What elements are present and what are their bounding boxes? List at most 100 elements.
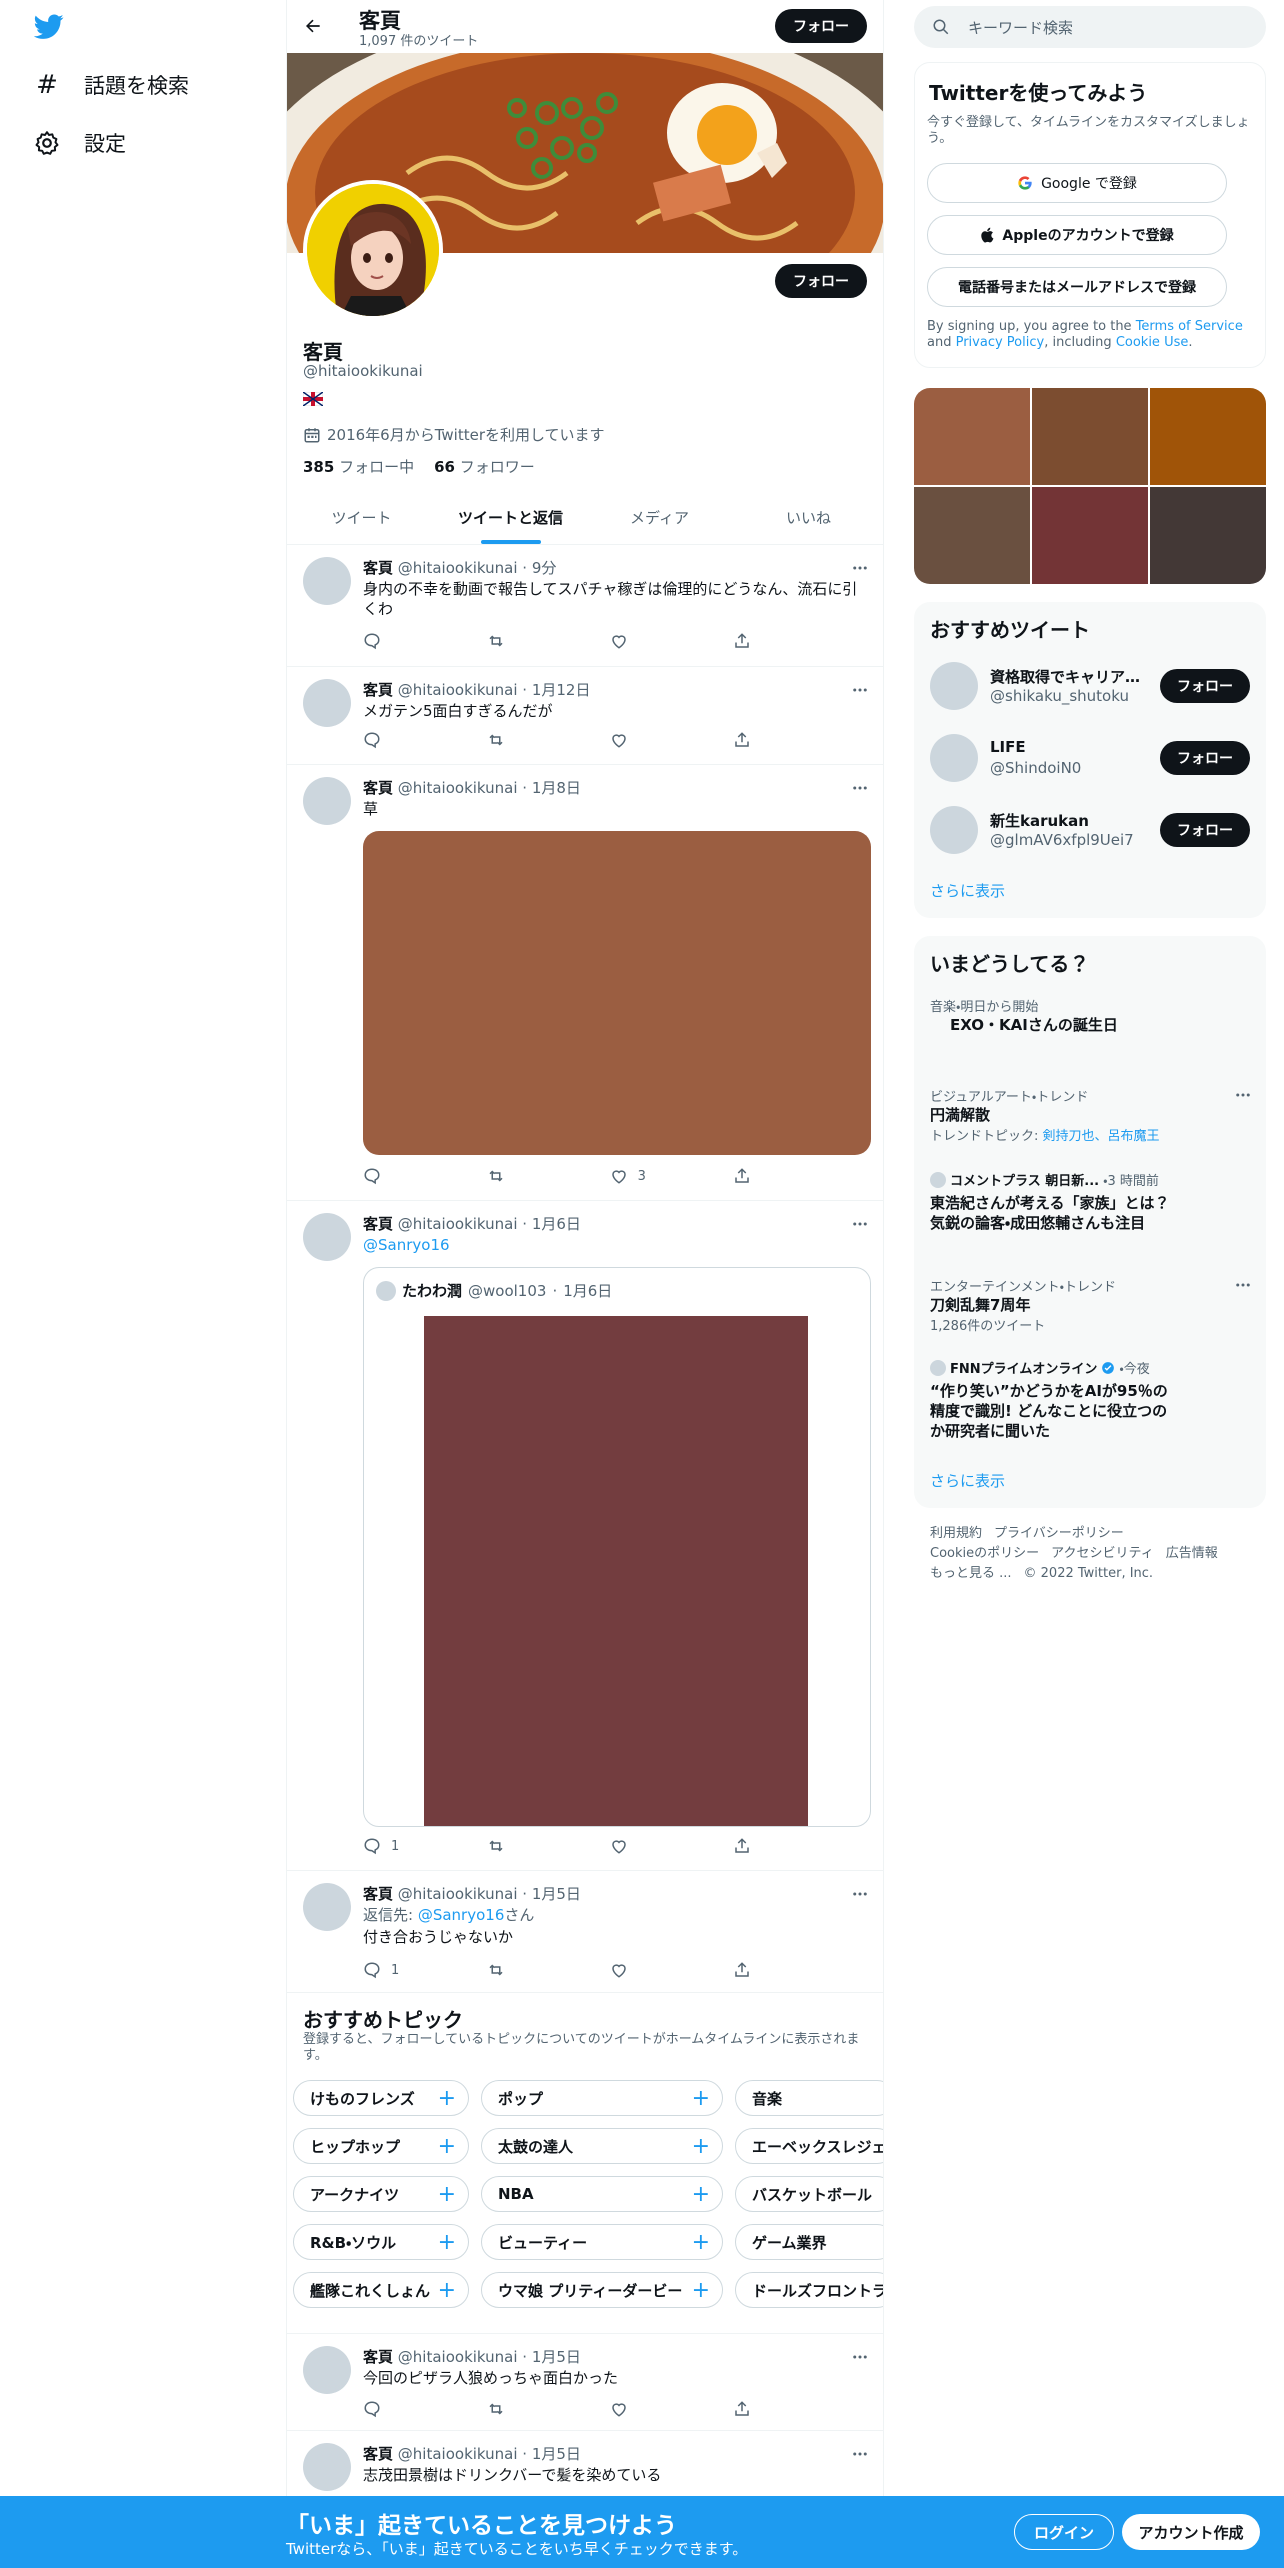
google-signup-button[interactable]: Google で登録: [927, 163, 1227, 203]
tweet-time[interactable]: 1月6日: [532, 1215, 581, 1233]
tweet[interactable]: 客頁 @hitaiookikunai · 1月8日 草 3: [287, 765, 883, 1201]
like-button[interactable]: [610, 731, 670, 749]
quoted-image[interactable]: [424, 1316, 808, 1826]
suggestion-name[interactable]: 資格取得でキャリアアップ: [990, 666, 1150, 687]
share-button[interactable]: [733, 731, 793, 749]
more-icon[interactable]: [851, 559, 869, 577]
tab-likes[interactable]: いいね: [734, 492, 883, 544]
topic-chip[interactable]: ウマ娘 プリティーダービー +: [481, 2272, 723, 2308]
tweet-author-name[interactable]: 客頁: [363, 1215, 393, 1233]
trend-item[interactable]: ビジュアルアート・トレンド 円満解散 トレンドトピック: 剣持刀也、呂布魔王: [930, 1086, 1252, 1144]
like-button[interactable]: [610, 1961, 670, 1979]
media-thumbnail[interactable]: [914, 388, 1030, 485]
like-button[interactable]: [610, 2400, 670, 2418]
tweet-time[interactable]: 9分: [532, 559, 557, 577]
topic-chip[interactable]: ビューティー +: [481, 2224, 723, 2260]
topic-chip[interactable]: R&B・ソウル +: [293, 2224, 469, 2260]
plus-icon[interactable]: +: [438, 2086, 456, 2111]
avatar[interactable]: [303, 1883, 351, 1931]
retweet-button[interactable]: [486, 731, 546, 749]
search-input[interactable]: キーワード検索: [968, 17, 1073, 38]
share-button[interactable]: [733, 632, 793, 650]
tweet[interactable]: 客頁 @hitaiookikunai · 1月6日 @Sanryo16 たわわ潤…: [287, 1201, 883, 1871]
reply-button[interactable]: [363, 632, 423, 650]
back-arrow-icon[interactable]: [303, 16, 323, 36]
topic-chip[interactable]: NBA +: [481, 2176, 723, 2212]
like-button[interactable]: [610, 1837, 670, 1855]
avatar[interactable]: [303, 679, 351, 727]
suggestion-item[interactable]: LIFE @ShindoiN0 フォロー: [930, 728, 1250, 788]
tweet-time[interactable]: 1月8日: [532, 779, 581, 797]
footer-ads-link[interactable]: 広告情報: [1166, 1546, 1218, 1561]
trend-sub-links[interactable]: 剣持刀也、呂布魔王: [1043, 1129, 1160, 1144]
share-button[interactable]: [733, 2400, 793, 2418]
tab-media[interactable]: メディア: [585, 492, 734, 544]
more-icon[interactable]: [851, 681, 869, 699]
tweet-time[interactable]: 1月12日: [532, 681, 591, 699]
news-item[interactable]: コメントプラス 朝日新... ・3 時間前 東浩紀さんが考える「家族」とは？ 気鋭…: [930, 1170, 1252, 1233]
tweet-author-name[interactable]: 客頁: [363, 681, 393, 699]
retweet-button[interactable]: [486, 2400, 546, 2418]
more-icon[interactable]: [851, 2445, 869, 2463]
phone-email-signup-button[interactable]: 電話番号またはメールアドレスで登録: [927, 267, 1227, 307]
reply-button[interactable]: [363, 1167, 423, 1185]
trend-item[interactable]: エンターテインメント・トレンド 刀剣乱舞7周年 1,286件のツイート: [930, 1276, 1252, 1334]
create-account-button[interactable]: アカウント作成: [1122, 2514, 1260, 2550]
news-item[interactable]: FNNプライムオンライン ・今夜 “作り笑い”かどうかをAIが95％の精度で識別!…: [930, 1358, 1252, 1441]
profile-follow-button[interactable]: フォロー: [775, 264, 867, 298]
like-button[interactable]: 3: [610, 1167, 670, 1185]
retweet-button[interactable]: [486, 1167, 546, 1185]
twitter-logo-icon[interactable]: [34, 14, 64, 40]
footer-more-link[interactable]: もっと見る ...: [930, 1566, 1012, 1581]
share-button[interactable]: [733, 1167, 793, 1185]
plus-icon[interactable]: +: [692, 2134, 710, 2159]
media-thumbnail[interactable]: [1150, 388, 1266, 485]
header-follow-button[interactable]: フォロー: [775, 9, 867, 43]
trends-show-more[interactable]: さらに表示: [930, 1470, 1005, 1491]
topic-chip[interactable]: エーベックスレジェ: [735, 2128, 883, 2164]
tweet[interactable]: 客頁 @hitaiookikunai · 1月5日 今回のピザラ人狼めっちゃ面白…: [287, 2333, 883, 2431]
tab-tweets[interactable]: ツイート: [287, 492, 436, 544]
topic-chip[interactable]: ゲーム業界: [735, 2224, 883, 2260]
quoted-tweet[interactable]: たわわ潤 @wool103 · 1月6日: [363, 1267, 871, 1827]
tab-tweets-and-replies[interactable]: ツイートと返信: [436, 492, 585, 544]
tweet-author-name[interactable]: 客頁: [363, 559, 393, 577]
media-thumbnail[interactable]: [914, 487, 1030, 584]
retweet-button[interactable]: [486, 1837, 546, 1855]
topic-chip[interactable]: ドールズフロントラ: [735, 2272, 883, 2308]
retweet-button[interactable]: [486, 1961, 546, 1979]
like-button[interactable]: [610, 632, 670, 650]
reply-button[interactable]: 1: [363, 1961, 423, 1979]
footer-privacy-link[interactable]: プライバシーポリシー: [994, 1526, 1124, 1541]
plus-icon[interactable]: +: [438, 2230, 456, 2255]
tweet-author-name[interactable]: 客頁: [363, 2348, 393, 2366]
media-thumbnail[interactable]: [1032, 388, 1148, 485]
following-link[interactable]: 385 フォロー中: [303, 456, 414, 477]
more-icon[interactable]: [1234, 1086, 1252, 1104]
terms-link[interactable]: Terms of Service: [1136, 319, 1243, 334]
avatar[interactable]: [930, 806, 978, 854]
follow-button[interactable]: フォロー: [1160, 741, 1250, 775]
footer-cookie-link[interactable]: Cookieのポリシー: [930, 1546, 1039, 1561]
login-button[interactable]: ログイン: [1014, 2514, 1114, 2550]
tweet[interactable]: 客頁 @hitaiookikunai · 1月12日 メガテン5面白すぎるんだが: [287, 667, 883, 765]
plus-icon[interactable]: +: [692, 2230, 710, 2255]
retweet-button[interactable]: [486, 632, 546, 650]
reply-button[interactable]: 1: [363, 1837, 423, 1855]
who-to-follow-show-more[interactable]: さらに表示: [930, 880, 1005, 901]
footer-terms-link[interactable]: 利用規約: [930, 1526, 982, 1541]
apple-signup-button[interactable]: Appleのアカウントで登録: [927, 215, 1227, 255]
avatar[interactable]: [303, 2443, 351, 2491]
more-icon[interactable]: [851, 2348, 869, 2366]
mention-link[interactable]: @Sanryo16: [363, 1235, 871, 1255]
suggestion-name[interactable]: LIFE: [990, 738, 1150, 756]
tweet-image[interactable]: [363, 831, 871, 1155]
tweet-time[interactable]: 1月5日: [532, 2445, 581, 2463]
follow-button[interactable]: フォロー: [1160, 813, 1250, 847]
topic-chip[interactable]: 艦隊これくしょん +: [293, 2272, 469, 2308]
media-thumbnail[interactable]: [1150, 487, 1266, 584]
tweet-author-name[interactable]: 客頁: [363, 1885, 393, 1903]
more-icon[interactable]: [851, 779, 869, 797]
plus-icon[interactable]: +: [692, 2086, 710, 2111]
trend-item[interactable]: 音楽・明日から開始 EXO・KAIさんの誕生日: [930, 996, 1252, 1035]
